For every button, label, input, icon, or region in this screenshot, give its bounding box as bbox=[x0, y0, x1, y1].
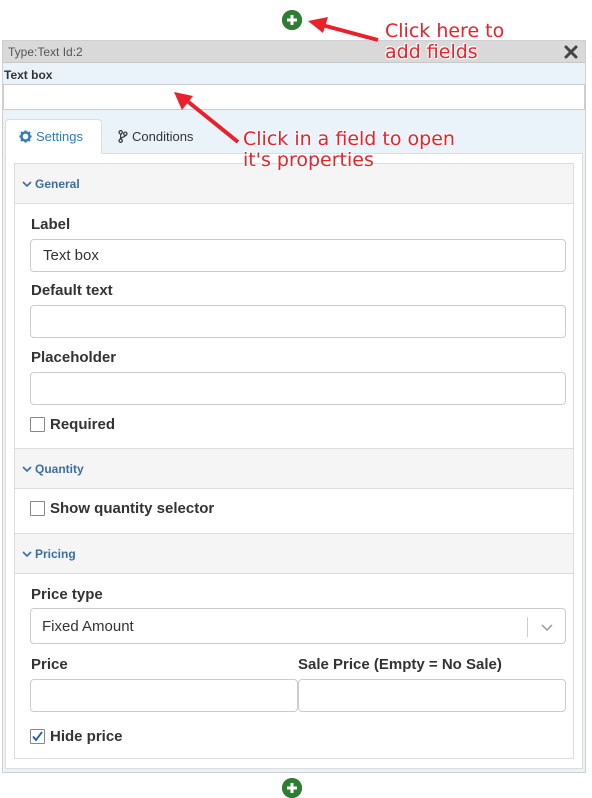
show-quantity-label: Show quantity selector bbox=[50, 500, 215, 517]
quantity-section-title: Quantity bbox=[35, 461, 84, 476]
default-text-input[interactable] bbox=[30, 305, 566, 338]
quantity-section-header[interactable]: Quantity bbox=[15, 449, 573, 489]
settings-tab-content: General Label Default text Placeholder R… bbox=[5, 153, 583, 769]
show-quantity-checkbox[interactable] bbox=[30, 501, 45, 516]
sale-price-input[interactable] bbox=[298, 679, 566, 712]
pricing-section-header[interactable]: Pricing bbox=[15, 534, 573, 574]
annotation-open-properties-line1: Click in a field to open bbox=[243, 128, 455, 150]
chevron-down-icon bbox=[541, 624, 553, 632]
label-input[interactable] bbox=[30, 239, 566, 272]
price-input[interactable] bbox=[30, 679, 298, 712]
select-separator bbox=[527, 617, 528, 637]
price-type-label: Price type bbox=[31, 586, 103, 603]
required-checkbox[interactable] bbox=[30, 417, 45, 432]
price-label: Price bbox=[31, 656, 68, 673]
label-field-label: Label bbox=[31, 216, 71, 233]
tab-conditions-label: Conditions bbox=[132, 129, 194, 144]
sale-price-label: Sale Price (Empty = No Sale) bbox=[298, 656, 502, 673]
plus-circle-icon bbox=[282, 778, 302, 798]
add-field-button-top[interactable] bbox=[282, 10, 302, 30]
tab-settings-label: Settings bbox=[36, 129, 83, 144]
checkmark-icon bbox=[32, 731, 43, 742]
hide-price-checkbox[interactable] bbox=[30, 729, 45, 744]
close-button[interactable] bbox=[563, 44, 579, 60]
plus-circle-icon bbox=[282, 10, 302, 30]
pricing-section-title: Pricing bbox=[35, 546, 76, 561]
gear-icon bbox=[19, 130, 32, 143]
price-type-select[interactable]: Fixed Amount bbox=[30, 608, 566, 644]
annotation-add-fields-line2: add fields bbox=[385, 41, 478, 63]
field-preview-label: Text box bbox=[4, 68, 53, 82]
quantity-section: Quantity Show quantity selector bbox=[14, 448, 574, 534]
hide-price-label: Hide price bbox=[50, 728, 123, 745]
annotation-open-properties-line2: it's properties bbox=[243, 149, 374, 171]
field-preview-input[interactable] bbox=[3, 84, 585, 110]
branch-icon bbox=[118, 130, 128, 143]
tab-conditions[interactable]: Conditions bbox=[105, 119, 206, 154]
pricing-section: Pricing Price type Fixed Amount Price Sa… bbox=[14, 533, 574, 759]
placeholder-input[interactable] bbox=[30, 372, 566, 405]
annotation-add-fields-line1: Click here to bbox=[385, 20, 505, 42]
chevron-down-icon bbox=[22, 550, 32, 557]
tab-settings[interactable]: Settings bbox=[5, 119, 102, 154]
panel-title: Type:Text Id:2 bbox=[8, 45, 83, 59]
close-icon bbox=[564, 45, 578, 59]
add-field-button-bottom[interactable] bbox=[282, 778, 302, 798]
placeholder-label: Placeholder bbox=[31, 349, 117, 366]
price-type-value: Fixed Amount bbox=[42, 618, 134, 635]
annotation-add-fields: Click here to add fields bbox=[385, 21, 504, 63]
default-text-label: Default text bbox=[31, 282, 113, 299]
chevron-down-icon bbox=[22, 465, 32, 472]
annotation-open-properties: Click in a field to open it's properties bbox=[243, 129, 455, 171]
general-section-title: General bbox=[35, 176, 80, 191]
chevron-down-icon bbox=[22, 180, 32, 187]
required-label: Required bbox=[50, 416, 116, 433]
general-section: General Label Default text Placeholder R… bbox=[14, 163, 574, 449]
arrow-to-add-button bbox=[308, 17, 379, 42]
